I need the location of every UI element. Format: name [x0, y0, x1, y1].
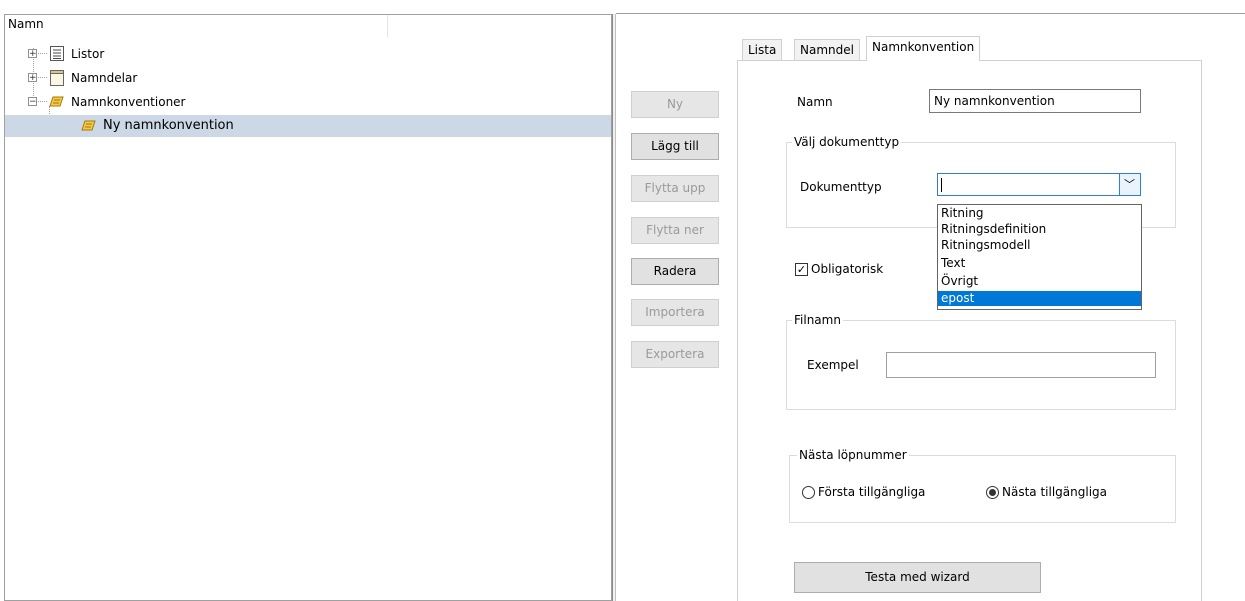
radio-forsta-tillgangliga[interactable]	[802, 486, 815, 499]
dropdown-button[interactable]: ﹀	[1119, 174, 1140, 195]
tree-view[interactable]: Namn + Listor + Namndelar − Namnkonventi…	[4, 14, 612, 601]
tree-item-ny-namnkonvention[interactable]: Ny namnkonvention	[5, 115, 611, 137]
dropdown-option[interactable]: Ritningsdefinition	[938, 222, 1141, 237]
radio-selected-dot	[989, 489, 996, 496]
tree-item-namndelar[interactable]: + Namndelar	[5, 67, 611, 89]
tab-namnkonvention[interactable]: Namnkonvention	[866, 36, 981, 61]
dokumenttyp-label: Dokumenttyp	[800, 180, 882, 194]
document-type-group-title: Välj dokumenttyp	[792, 135, 902, 149]
tree-item-namnkonventioner[interactable]: − Namnkonventioner	[5, 91, 611, 113]
tree-item-label: Listor	[71, 47, 105, 61]
chevron-down-icon: ﹀	[1124, 178, 1135, 191]
new-button[interactable]: Ny	[631, 91, 719, 118]
move-up-button[interactable]: Flytta upp	[631, 175, 719, 202]
dropdown-option[interactable]: Ritningsmodell	[938, 238, 1141, 253]
export-button[interactable]: Exportera	[631, 341, 719, 368]
filnamn-group-title: Filnamn	[792, 313, 843, 327]
lopnummer-group-title: Nästa löpnummer	[797, 448, 909, 462]
tab-lista[interactable]: Lista	[742, 39, 783, 61]
dokumenttyp-dropdown-list[interactable]: Ritning Ritningsdefinition Ritningsmodel…	[937, 204, 1142, 310]
test-with-wizard-button[interactable]: Testa med wizard	[794, 562, 1041, 593]
exempel-input[interactable]	[886, 352, 1156, 378]
tree-column-header[interactable]: Namn	[5, 15, 388, 37]
panel-splitter[interactable]	[612, 14, 616, 601]
dropdown-option[interactable]: Ritning	[938, 206, 1141, 221]
dropdown-option[interactable]: Övrigt	[938, 274, 1141, 289]
dropdown-option-highlighted[interactable]: epost	[938, 291, 1141, 306]
naming-folder-icon	[49, 96, 64, 107]
namn-label: Namn	[797, 95, 833, 109]
add-button[interactable]: Lägg till	[631, 133, 719, 160]
tree-item-listor[interactable]: + Listor	[5, 43, 611, 65]
tab-namndel[interactable]: Namndel	[794, 39, 860, 61]
radio-nasta-tillgangliga[interactable]	[986, 486, 999, 499]
divider	[616, 13, 1245, 14]
tree-item-label: Namndelar	[71, 71, 138, 85]
list-icon	[50, 46, 64, 61]
collapse-icon[interactable]: −	[28, 97, 37, 107]
expand-icon[interactable]: +	[28, 49, 37, 59]
move-down-button[interactable]: Flytta ner	[631, 217, 719, 244]
tree-item-label: Namnkonventioner	[71, 95, 186, 109]
tree-item-label: Ny namnkonvention	[103, 118, 234, 133]
dropdown-option[interactable]: Text	[938, 256, 1141, 271]
obligatorisk-label: Obligatorisk	[811, 262, 884, 276]
exempel-label: Exempel	[807, 358, 859, 372]
obligatorisk-checkbox[interactable]: ✓	[795, 263, 808, 276]
dokumenttyp-combobox[interactable]: ﹀	[937, 173, 1141, 196]
naming-convention-icon	[81, 120, 96, 131]
radio-forsta-label: Första tillgängliga	[818, 485, 926, 499]
tree-column-header-label: Namn	[8, 17, 44, 31]
document-icon	[50, 70, 64, 86]
text-caret	[941, 178, 942, 192]
import-button[interactable]: Importera	[631, 299, 719, 326]
expand-icon[interactable]: +	[28, 73, 37, 83]
radio-nasta-label: Nästa tillgängliga	[1002, 485, 1107, 499]
namn-input[interactable]: Ny namnkonvention	[929, 89, 1141, 113]
delete-button[interactable]: Radera	[631, 258, 719, 285]
